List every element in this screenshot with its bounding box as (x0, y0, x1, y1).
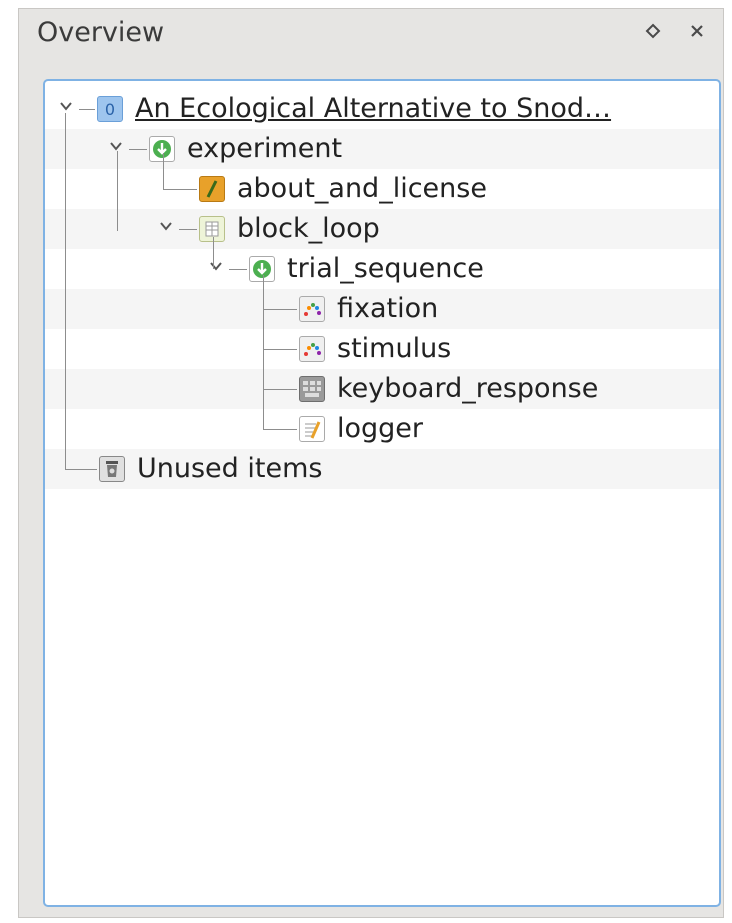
tree-label-fixation: fixation (337, 293, 439, 324)
tree-label-about-and-license: about_and_license (237, 173, 487, 204)
tree-label-stimulus: stimulus (337, 333, 452, 364)
tree-label-keyboard-response: keyboard_response (337, 373, 599, 404)
tree-connector-line (65, 113, 66, 469)
tree-connector-line (117, 151, 118, 231)
notepad-icon (199, 176, 225, 202)
tree-row-root[interactable]: 0 An Ecological Alternative to Snod… (45, 89, 719, 129)
tree-connector-line (263, 389, 297, 390)
tree-row-logger[interactable]: logger (45, 409, 719, 449)
chevron-down-icon[interactable] (109, 139, 123, 153)
tree-label-root: An Ecological Alternative to Snod… (135, 93, 612, 124)
panel-title: Overview (37, 17, 165, 48)
tree-row-unused-items[interactable]: Unused items (45, 449, 719, 489)
tree-connector-line (213, 237, 214, 269)
tree-label-experiment: experiment (187, 133, 343, 164)
chevron-down-icon[interactable] (159, 219, 173, 233)
overview-tree[interactable]: 0 An Ecological Alternative to Snod… exp… (43, 79, 721, 907)
tree-connector-line (229, 269, 247, 270)
tree-label-unused-items: Unused items (137, 453, 323, 484)
tree-row-block-loop[interactable]: block_loop (45, 209, 719, 249)
chevron-down-icon[interactable] (209, 259, 223, 273)
logger-icon (299, 416, 325, 442)
sketchpad-icon (299, 336, 325, 362)
sketchpad-icon (299, 296, 325, 322)
tree-connector-line (163, 189, 197, 190)
tree-connector-line (263, 309, 297, 310)
tree-connector-line (263, 429, 297, 430)
close-panel-button[interactable] (685, 19, 709, 43)
tree-row-about-and-license[interactable]: about_and_license (45, 169, 719, 209)
close-icon (691, 25, 703, 37)
diamond-icon (645, 23, 661, 39)
tree-row-trial-sequence[interactable]: trial_sequence (45, 249, 719, 289)
tree-connector-line (65, 469, 97, 470)
tree-connector-line (263, 349, 297, 350)
tree-connector-line (79, 109, 95, 110)
tree-connector-line (129, 149, 147, 150)
tree-label-block-loop: block_loop (237, 213, 380, 244)
tree-connector-line (179, 229, 197, 230)
tree-row-fixation[interactable]: fixation (45, 289, 719, 329)
chevron-down-icon[interactable] (59, 99, 73, 113)
sequence-icon (249, 256, 275, 282)
trash-icon (99, 456, 125, 482)
tree-label-trial-sequence: trial_sequence (287, 253, 484, 284)
tree-label-logger: logger (337, 413, 424, 444)
overview-panel: Overview 0 An Ecological Alternative to … (18, 8, 724, 918)
tree-connector-line (163, 153, 164, 189)
loop-icon (199, 216, 225, 242)
float-panel-button[interactable] (641, 19, 665, 43)
keyboard-icon (299, 376, 325, 402)
svg-text:0: 0 (105, 100, 115, 119)
sequence-icon (149, 136, 175, 162)
tree-row-stimulus[interactable]: stimulus (45, 329, 719, 369)
experiment-root-icon: 0 (97, 96, 123, 122)
tree-row-keyboard-response[interactable]: keyboard_response (45, 369, 719, 409)
tree-connector-line (263, 275, 264, 429)
